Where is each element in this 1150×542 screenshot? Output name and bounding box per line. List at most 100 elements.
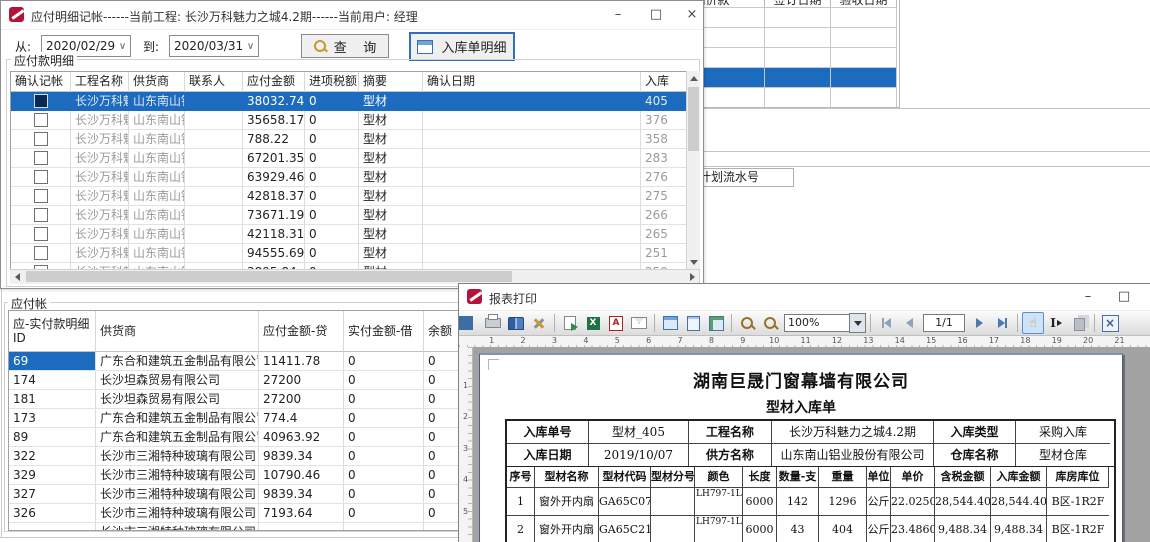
- table-row[interactable]: 长沙万科魅力... 山东南山铝业... 42118.31 0 型材 265: [11, 225, 687, 244]
- cell-summary: 型材: [359, 130, 423, 149]
- confirm-checkbox[interactable]: [34, 94, 48, 108]
- cell-inbound-no: 251: [641, 244, 687, 263]
- table-row[interactable]: 326 长沙市三湘特种玻璃有限公司 7193.64 0 0: [9, 504, 459, 523]
- cell-amount: 63929.46: [243, 168, 305, 187]
- table-row[interactable]: 69 广东合和建筑五金制品有限公司 11411.78 0 0: [9, 352, 459, 371]
- table-row[interactable]: 327 长沙市三湘特种玻璃有限公司 9839.34 0 0: [9, 485, 459, 504]
- scroll-left-button[interactable]: [10, 270, 24, 283]
- last-page-button[interactable]: [991, 312, 1013, 334]
- payable-table: 应-实付款明细ID 供货商 应付金额-贷 实付金额-借 余额 69 广东合和建筑…: [8, 310, 460, 531]
- maximize-button[interactable]: □: [1107, 284, 1141, 309]
- cell-debit: [344, 523, 424, 530]
- cell-contact: [185, 187, 243, 206]
- scrollbar-thumb[interactable]: [26, 271, 512, 282]
- table-row[interactable]: 322 长沙市三湘特种玻璃有限公司 9839.34 0 0: [9, 447, 459, 466]
- minimize-button[interactable]: –: [601, 1, 635, 28]
- table-row[interactable]: 长沙万科魅力... 山东南山铝业... 63929.46 0 型材 276: [11, 168, 687, 187]
- cell-project: 长沙万科魅力...: [71, 130, 129, 149]
- close-preview-icon[interactable]: ×: [1099, 312, 1121, 334]
- inbound-detail-button[interactable]: 入库单明细: [409, 32, 515, 61]
- cell-balance: 0: [424, 447, 459, 466]
- confirm-checkbox[interactable]: [34, 151, 48, 165]
- clipped-tool-icon[interactable]: [459, 312, 481, 334]
- close-button[interactable]: ×: [675, 1, 709, 28]
- maximize-button[interactable]: □: [639, 1, 673, 28]
- confirm-checkbox[interactable]: [34, 113, 48, 127]
- search-icon: [314, 40, 326, 52]
- zoom-in-icon[interactable]: [736, 312, 758, 334]
- table-row[interactable]: 长沙万科魅力... 山东南山铝业... 67201.35 0 型材 283: [11, 149, 687, 168]
- report-preview-area[interactable]: 12345 湖南巨晟门窗幕墙有限公司 型材入库单 入库单号 型材_405 工程名…: [459, 347, 1150, 542]
- hand-tool-icon[interactable]: ☝: [1022, 312, 1044, 334]
- table-row[interactable]: 长沙万科魅力... 山东南山铝业... 35658.17 0 型材 376: [11, 111, 687, 130]
- cell-tax-amount: 9,488.34: [935, 516, 991, 542]
- cell-balance: 0: [424, 485, 459, 504]
- horizontal-scrollbar[interactable]: [10, 269, 699, 284]
- vertical-scrollbar[interactable]: [686, 71, 700, 269]
- tools-icon[interactable]: [528, 312, 550, 334]
- table-row[interactable]: 174 长沙坦森贸易有限公司 27200 0 0: [9, 371, 459, 390]
- cell-balance: 0: [424, 390, 459, 409]
- previous-page-button[interactable]: [898, 312, 920, 334]
- scroll-up-button[interactable]: [687, 71, 700, 85]
- zoom-out-icon[interactable]: [759, 312, 781, 334]
- divider: [646, 108, 1150, 109]
- minimize-button[interactable]: –: [1071, 284, 1105, 309]
- next-page-button[interactable]: [968, 312, 990, 334]
- export-icon[interactable]: [559, 312, 581, 334]
- cell-amount: 38032.74: [243, 92, 305, 111]
- confirm-checkbox[interactable]: [34, 208, 48, 222]
- window1-titlebar[interactable]: 应付明细记帐------当前工程: 长沙万科魅力之城4.2期------当前用户…: [1, 1, 703, 30]
- info-label: 入库日期: [507, 444, 589, 466]
- table-row[interactable]: 181 长沙坦森贸易有限公司 27200 0 0: [9, 390, 459, 409]
- table-row[interactable]: 89 广东合和建筑五金制品有限公司 40963.92 0 0: [9, 428, 459, 447]
- cell-balance: 0: [424, 409, 459, 428]
- chevron-down-icon[interactable]: ∨: [115, 41, 130, 52]
- cell-code: GA65C07: [599, 488, 651, 516]
- ruler-number: 4: [459, 475, 472, 506]
- column-header: 应-实付款明细ID: [9, 311, 96, 352]
- table-row[interactable]: 长沙万科魅力... 山东南山铝业... 42818.37 0 型材 275: [11, 187, 687, 206]
- table-row[interactable]: 329 长沙市三湘特种玻璃有限公司 10790.46 0 0: [9, 466, 459, 485]
- cell-debit: 0: [344, 485, 424, 504]
- cell-inbound-no: 376: [641, 111, 687, 130]
- table-row[interactable]: 长沙万科魅力... 山东南山铝业... 38032.74 0 型材 405: [11, 92, 687, 111]
- table-row[interactable]: 长沙万科魅力... 山东南山铝业... 73671.19 0 型材 266: [11, 206, 687, 225]
- detail-column-header: 重量: [819, 467, 867, 488]
- chevron-down-icon[interactable]: ∨: [243, 41, 258, 52]
- pdf-export-icon[interactable]: A: [605, 312, 627, 334]
- to-date-combobox[interactable]: 2020/03/31 ∨: [169, 35, 259, 57]
- table-row[interactable]: 173 广东合和建筑五金制品有限公司 774.4 0 0: [9, 409, 459, 428]
- separator: [554, 314, 555, 332]
- scroll-right-button[interactable]: [685, 270, 699, 283]
- table-row[interactable]: 长沙市三湘特种玻璃有限公司: [9, 523, 459, 530]
- confirm-checkbox[interactable]: [34, 189, 48, 203]
- excel-export-icon[interactable]: X: [582, 312, 604, 334]
- window2-titlebar[interactable]: 报表打印 – □ ×: [459, 284, 1150, 311]
- mail-icon[interactable]: [628, 312, 650, 334]
- close-button[interactable]: ×: [1143, 284, 1150, 309]
- first-page-button[interactable]: [875, 312, 897, 334]
- print-setup-icon[interactable]: [659, 312, 681, 334]
- zoom-combobox[interactable]: 100%: [784, 313, 866, 333]
- table-row[interactable]: 长沙万科魅力... 山东南山铝业... 788.22 0 型材 358: [11, 130, 687, 149]
- scroll-down-button[interactable]: [687, 255, 700, 269]
- confirm-checkbox[interactable]: [34, 227, 48, 241]
- confirm-checkbox[interactable]: [34, 132, 48, 146]
- book-icon[interactable]: [505, 312, 527, 334]
- query-button[interactable]: 查 询: [301, 34, 389, 58]
- cell-supplier: 山东南山铝业...: [129, 130, 185, 149]
- confirm-checkbox[interactable]: [34, 170, 48, 184]
- chevron-down-icon[interactable]: [849, 313, 866, 333]
- multi-page-icon[interactable]: [705, 312, 727, 334]
- print-icon[interactable]: [482, 312, 504, 334]
- confirm-checkbox[interactable]: [34, 246, 48, 260]
- scrollbar-thumb[interactable]: [688, 87, 699, 151]
- table-row[interactable]: 长沙万科魅力... 山东南山铝业... 94555.69 0 型材 251: [11, 244, 687, 263]
- copy-icon[interactable]: [1068, 312, 1090, 334]
- cell-qty: 43: [777, 516, 819, 542]
- text-select-icon[interactable]: I: [1045, 312, 1067, 334]
- cell-inbound-no: 275: [641, 187, 687, 206]
- single-page-icon[interactable]: [682, 312, 704, 334]
- page-indicator[interactable]: 1/1: [923, 314, 965, 332]
